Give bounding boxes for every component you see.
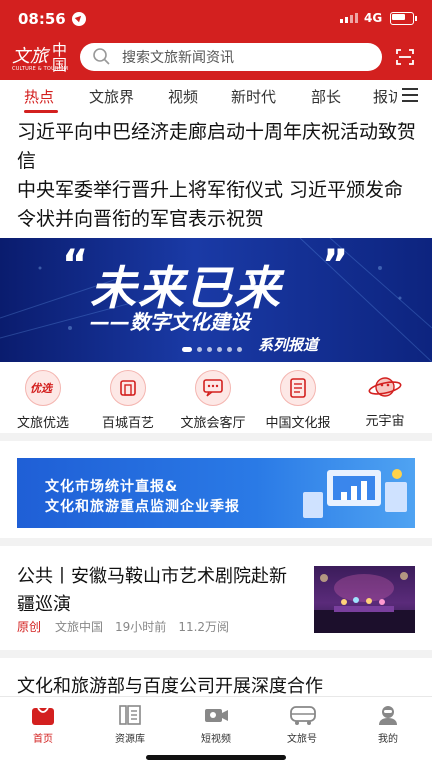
quick-link-hundred-cities[interactable]: 百城百艺 (93, 370, 163, 431)
video-camera-icon (204, 704, 228, 726)
quick-link-selected[interactable]: 优选 文旅优选 (8, 370, 78, 431)
location-arrow-icon (72, 12, 86, 26)
tab-minister[interactable]: 部长 (311, 86, 341, 107)
stats-report-banner[interactable]: 文化市场统计直报& 文化和旅游重点监测企业季报 (17, 458, 415, 528)
search-placeholder: 搜索文旅新闻资讯 (122, 50, 234, 66)
article-thumbnail[interactable] (314, 566, 415, 633)
planet-icon (368, 370, 402, 404)
article-title[interactable]: 文化和旅游部与百度公司开展深度合作 (17, 672, 323, 698)
nav-label: 文旅号 (287, 734, 317, 745)
nav-library[interactable]: 资源库 (100, 704, 160, 745)
tab-report[interactable]: 报访 (373, 86, 397, 107)
tab-new-era[interactable]: 新时代 (231, 86, 276, 107)
banner-tail: 系列报道 (258, 336, 319, 354)
newspaper-icon (280, 370, 316, 406)
battery-icon (390, 12, 417, 25)
quick-link-label: 文旅会客厅 (180, 416, 246, 431)
quick-link-newspaper[interactable]: 中国文化报 (263, 370, 333, 431)
tab-hot[interactable]: 热点 (24, 86, 54, 107)
nav-short-video[interactable]: 短视频 (186, 704, 246, 745)
network-type: 4G (364, 11, 383, 25)
article-source: 文旅中国 (55, 620, 104, 634)
quick-link-metaverse[interactable]: 元宇宙 (350, 370, 420, 429)
nav-profile[interactable]: 我的 (358, 704, 418, 745)
active-tab-indicator (24, 110, 58, 113)
home-icon (31, 704, 55, 726)
headline-item[interactable]: 习近平向中巴经济走廊启动十周年庆祝活动致贺信 (17, 118, 417, 176)
nav-label: 首页 (33, 734, 53, 745)
chat-icon (195, 370, 231, 406)
feature-banner[interactable]: “ 未来已来 ” ——数字文化建设 系列报道 (0, 238, 432, 362)
quick-link-label: 百城百艺 (101, 416, 154, 431)
article-time: 19小时前 (115, 620, 167, 634)
selected-icon: 优选 (25, 370, 61, 406)
app-logo[interactable]: 文旅 中国 CULTURE & TOURISM (12, 42, 74, 76)
nav-label: 短视频 (201, 734, 231, 745)
section-divider (0, 538, 432, 546)
logo-text-cn: 文旅 (12, 46, 48, 67)
banner-subtitle: ——数字文化建设 (90, 310, 250, 334)
bus-icon (290, 704, 316, 726)
nav-label: 我的 (378, 734, 398, 745)
nav-label: 资源库 (115, 734, 145, 745)
library-icon (118, 704, 142, 726)
banner-quote-open: “ (62, 242, 89, 288)
search-icon (93, 48, 110, 65)
search-bar[interactable]: 搜索文旅新闻资讯 (80, 43, 382, 71)
article-title[interactable]: 公共丨安徽马鞍山市艺术剧院赴新疆巡演 (17, 563, 297, 619)
banner-quote-close: ” (322, 242, 349, 288)
logo-text-en: CULTURE & TOURISM (12, 66, 69, 72)
menu-icon[interactable] (402, 88, 418, 102)
quick-link-label: 文旅优选 (16, 416, 69, 431)
article-tag: 原创 (17, 620, 42, 634)
section-divider (0, 433, 432, 441)
user-icon (376, 704, 400, 726)
selected-icon-text: 优选 (30, 382, 52, 395)
article-views: 11.2万阅 (178, 620, 230, 634)
quick-link-label: 元宇宙 (365, 414, 405, 429)
signal-icon (340, 13, 358, 23)
home-indicator[interactable] (146, 755, 286, 760)
ad-line-2: 文化和旅游重点监测企业季报 (45, 499, 240, 515)
headline-item[interactable]: 中央军委举行晋升上将军衔仪式 习近平颁发命令状并向晋衔的军官表示祝贺 (17, 176, 417, 234)
tab-video[interactable]: 视频 (168, 86, 198, 107)
scan-icon[interactable] (396, 48, 414, 66)
nav-accounts[interactable]: 文旅号 (272, 704, 332, 745)
quick-link-lounge[interactable]: 文旅会客厅 (178, 370, 248, 431)
quick-link-label: 中国文化报 (265, 416, 331, 431)
tab-culture-tourism[interactable]: 文旅界 (89, 86, 134, 107)
section-divider (0, 650, 432, 658)
ad-line-1: 文化市场统计直报& (45, 479, 179, 495)
status-time: 08:56 (18, 10, 66, 28)
channel-tabs (0, 80, 432, 114)
carousel-dots[interactable] (182, 347, 242, 352)
ad-illustration (303, 469, 407, 518)
building-icon (110, 370, 146, 406)
article-meta: 原创 文旅中国 19小时前 11.2万阅 (17, 618, 241, 635)
nav-home[interactable]: 首页 (13, 704, 73, 745)
